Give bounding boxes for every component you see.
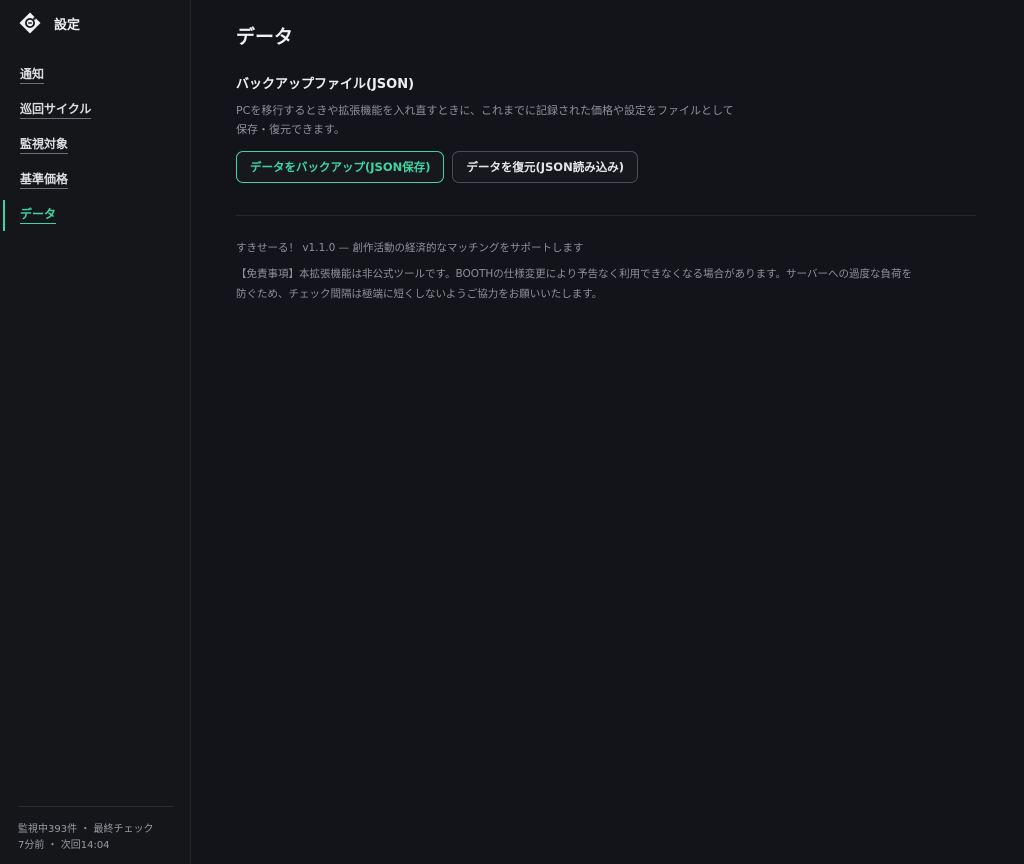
backup-section-title: バックアップファイル(JSON) — [236, 77, 415, 92]
sidebar-item-watch-targets[interactable]: 監視対象 — [0, 128, 190, 163]
page-title: データ — [236, 26, 294, 48]
price-tag-icon — [19, 12, 41, 34]
settings-title: 設定 — [54, 17, 81, 33]
next-check-line: 7分前 ・ 次回14:04 — [18, 840, 110, 851]
backup-actions: データをバックアップ(JSON保存) データを復元(JSON読み込み) — [236, 151, 638, 183]
sidebar-item-notifications[interactable]: 通知 — [0, 58, 190, 93]
sidebar-item-label: 通知 — [20, 67, 45, 84]
monitor-status-line: 監視中393件 ・ 最終チェック — [18, 824, 154, 835]
version-info: すきせーる！ v1.1.0 — 創作活動の経済的なマッチングをサポートします — [236, 242, 584, 254]
backup-description: PCを移行するときや拡張機能を入れ直すときに、これまでに記録された価格や設定をフ… — [236, 101, 796, 139]
divider — [236, 215, 976, 216]
backup-description-line: 保存・復元できます。 — [236, 123, 345, 136]
disclaimer: 【免責事項】本拡張機能は非公式ツールです。BOOTHの仕様変更により予告なく利用… — [236, 264, 976, 304]
sidebar-item-data[interactable]: データ — [0, 198, 190, 233]
sidebar-item-label: 基準価格 — [20, 172, 69, 189]
disclaimer-line: 防ぐため、チェック間隔は極端に短くしないようご協力をお願いいたします。 — [236, 288, 603, 300]
sidebar: 設定 通知 巡回サイクル 監視対象 基準価格 データ 監視中393件 ・ 最終チ… — [0, 0, 191, 864]
backup-button[interactable]: データをバックアップ(JSON保存) — [236, 151, 445, 183]
sidebar-item-label: 巡回サイクル — [20, 102, 92, 119]
sidebar-item-base-price[interactable]: 基準価格 — [0, 163, 190, 198]
backup-description-line: PCを移行するときや拡張機能を入れ直すときに、これまでに記録された価格や設定をフ… — [236, 104, 734, 117]
monitor-status: 監視中393件 ・ 最終チェック 7分前 ・ 次回14:04 — [18, 806, 174, 864]
settings-nav: 通知 巡回サイクル 監視対象 基準価格 データ — [0, 58, 190, 233]
disclaimer-line: 【免責事項】本拡張機能は非公式ツールです。BOOTHの仕様変更により予告なく利用… — [236, 268, 912, 280]
sidebar-item-label: 監視対象 — [20, 137, 69, 154]
sidebar-item-label: データ — [20, 207, 57, 224]
sidebar-brand: 設定 — [18, 11, 80, 35]
restore-button[interactable]: データを復元(JSON読み込み) — [452, 151, 638, 183]
sidebar-item-patrol-cycle[interactable]: 巡回サイクル — [0, 93, 190, 128]
